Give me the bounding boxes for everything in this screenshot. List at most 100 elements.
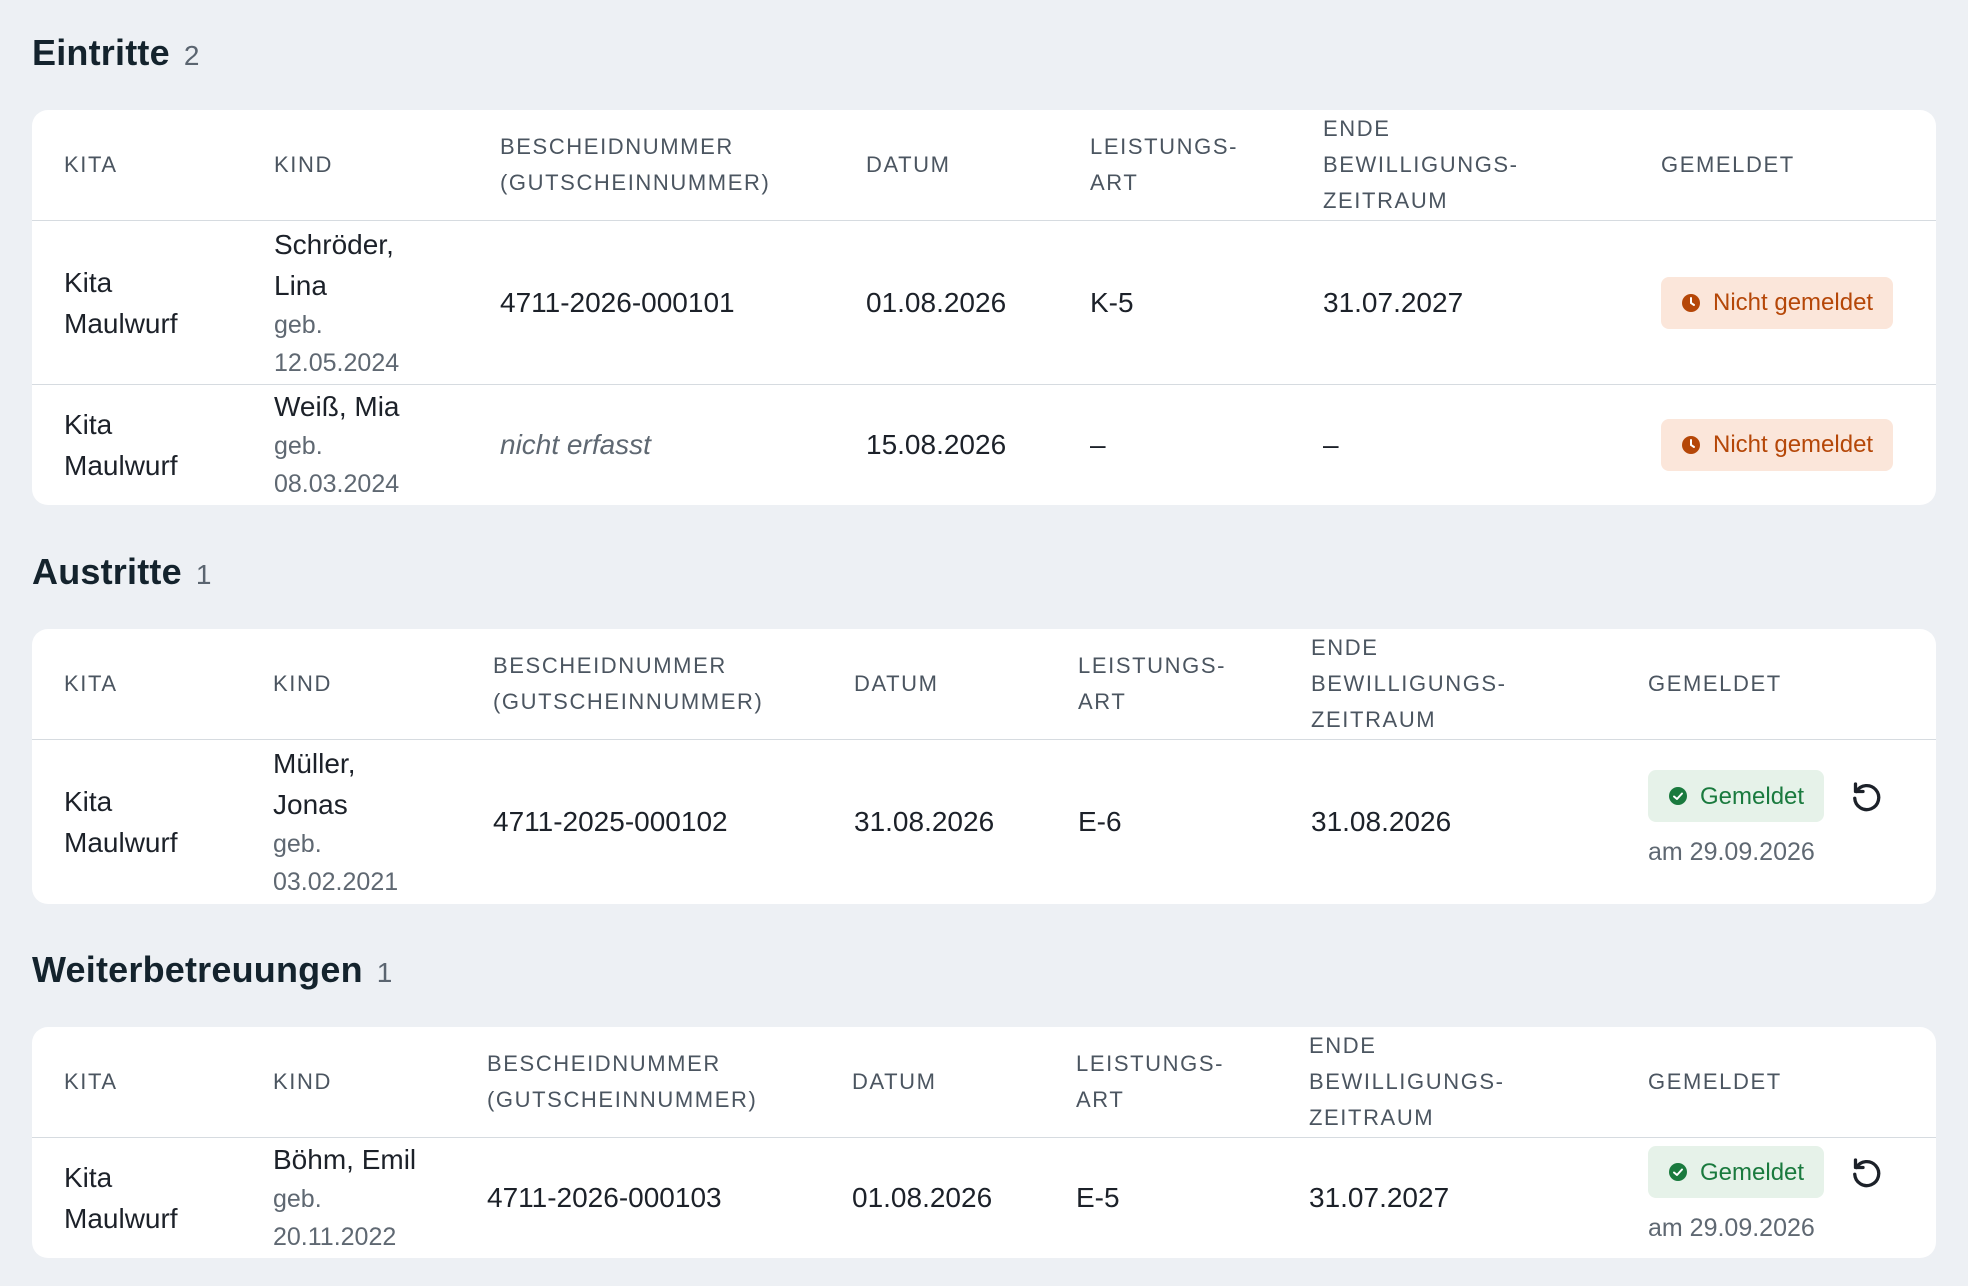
table-header-row: KITA KIND BESCHEIDNUMMER (GUTSCHEINNUMMER… [32,1027,1936,1138]
weiterbetreuungen-table-card: KITA KIND BESCHEIDNUMMER (GUTSCHEINNUMMER… [32,1027,1936,1258]
col-datum: DATUM [820,1027,1044,1138]
undo-icon[interactable] [1848,778,1884,814]
undo-icon[interactable] [1848,1154,1884,1190]
status-label: Gemeldet [1700,1158,1805,1186]
table-header-row: KITA KIND BESCHEIDNUMMER (GUTSCHEINNUMMER… [32,110,1936,221]
cell-leistungsart: K-5 [1058,220,1291,385]
cell-kind: Schröder, Lina geb. 12.05.2024 [242,220,468,385]
cell-kind: Böhm, Emil geb. 20.11.2022 [241,1138,455,1258]
col-kind: KIND [241,1027,455,1138]
child-name: Müller, [273,747,356,779]
cell-datum: 01.08.2026 [834,220,1058,385]
section-austritte: Austritte 1 KITA KIND BESCHEIDNUMMER (GUT… [32,551,1936,904]
cell-bescheid: 4711-2025-000102 [493,806,728,838]
section-count: 1 [376,957,393,988]
cell-kita: Kita Maulwurf [64,408,178,481]
check-circle-icon [1669,1163,1687,1182]
status-label: Gemeldet [1700,782,1805,810]
austritte-table-card: KITA KIND BESCHEIDNUMMER (GUTSCHEINNUMMER… [32,629,1936,904]
weiterbetreuungen-table: KITA KIND BESCHEIDNUMMER (GUTSCHEINNUMMER… [32,1027,1936,1258]
cell-ende: 31.07.2027 [1309,1182,1450,1214]
table-row[interactable]: Kita Maulwurf Schröder, Lina geb. 12.05.20… [32,220,1936,385]
check-circle-icon [1669,787,1687,806]
child-birthdate: geb. 20.11.2022 [273,1185,397,1252]
child-name: Jonas [273,788,348,820]
status-badge: Gemeldet [1648,1146,1825,1199]
cell-kind: Müller, Jonas geb. 03.02.2021 [241,740,461,904]
cell-datum: 31.08.2026 [854,806,995,838]
section-eintritte: Eintritte 2 KITA KIND BESCHEIDNUMMER (GUT… [32,32,1936,505]
cell-bescheid: 4711-2026-000103 [487,1182,722,1214]
reported-date: am 29.09.2026 [1648,1214,1815,1243]
cell-datum: 01.08.2026 [852,1182,993,1214]
col-ende: ENDE BEWILLIGUNGS- ZEITRAUM [1279,629,1616,740]
child-name: Schröder, [274,228,394,260]
col-datum: DATUM [822,629,1046,740]
col-gemeldet: GEMELDET [1616,629,1936,740]
table-row[interactable]: Kita Maulwurf Weiß, Mia geb. 08.03.2024 ni… [32,385,1936,505]
cell-kind: Weiß, Mia geb. 08.03.2024 [242,385,468,505]
table-row[interactable]: Kita Maulwurf Müller, Jonas geb. 03.02.202… [32,740,1936,904]
cell-kita: Kita Maulwurf [64,1161,178,1234]
col-leistungsart: LEISTUNGS- ART [1044,1027,1277,1138]
eintritte-table: KITA KIND BESCHEIDNUMMER (GUTSCHEINNUMMER… [32,110,1936,505]
cell-ende: 31.07.2027 [1291,220,1629,385]
col-kind: KIND [242,110,468,221]
col-bescheid: BESCHEIDNUMMER (GUTSCHEINNUMMER) [455,1027,820,1138]
reported-date: am 29.09.2026 [1648,838,1815,867]
col-kita: KITA [32,1027,241,1138]
cell-bescheid: nicht erfasst [500,429,651,461]
status-badge: Nicht gemeldet [1661,276,1894,329]
col-datum: DATUM [834,110,1058,221]
table-row[interactable]: Kita Maulwurf Böhm, Emil geb. 20.11.2022 4… [32,1138,1936,1258]
cell-gemeldet: Gemeldet am 29.09.2026 [1616,740,1936,904]
col-leistungsart: LEISTUNGS- ART [1046,629,1279,740]
child-name: Böhm, Emil [273,1144,417,1176]
eintritte-table-card: KITA KIND BESCHEIDNUMMER (GUTSCHEINNUMMER… [32,110,1936,505]
col-leistungsart: LEISTUNGS- ART [1058,110,1291,221]
status-badge: Nicht gemeldet [1661,418,1894,471]
cell-leistungsart: E-5 [1076,1182,1120,1214]
section-heading: Austritte [32,551,182,592]
col-gemeldet: GEMELDET [1616,1027,1936,1138]
child-birthdate: geb. 08.03.2024 [274,432,400,499]
col-kind: KIND [241,629,461,740]
section-title: Austritte 1 [32,551,1936,611]
cell-gemeldet: Gemeldet am 29.09.2026 [1616,1138,1936,1258]
section-weiterbetreuungen: Weiterbetreuungen 1 KITA KIND BESCHEIDNU… [32,949,1936,1258]
status-badge: Gemeldet [1648,770,1825,823]
col-ende: ENDE BEWILLIGUNGS- ZEITRAUM [1277,1027,1616,1138]
austritte-table: KITA KIND BESCHEIDNUMMER (GUTSCHEINNUMMER… [32,629,1936,904]
cell-leistungsart: – [1090,429,1106,461]
child-name: Weiß, Mia [274,391,400,423]
clock-icon [1682,435,1700,454]
status-label: Nicht gemeldet [1713,431,1874,459]
col-ende: ENDE BEWILLIGUNGS- ZEITRAUM [1291,110,1629,221]
col-bescheid: BESCHEIDNUMMER (GUTSCHEINNUMMER) [468,110,834,221]
child-name: Lina [274,269,327,301]
cell-leistungsart: E-6 [1078,806,1122,838]
col-kita: KITA [32,110,242,221]
status-label: Nicht gemeldet [1713,289,1874,316]
cell-ende: 31.08.2026 [1311,806,1452,838]
section-count: 1 [195,559,212,590]
cell-bescheid: 4711-2026-000101 [468,220,834,385]
section-title: Weiterbetreuungen 1 [32,949,1936,1009]
cell-datum: 15.08.2026 [866,429,1007,461]
col-kita: KITA [32,629,241,740]
table-header-row: KITA KIND BESCHEIDNUMMER (GUTSCHEINNUMMER… [32,629,1936,740]
cell-kita: Kita Maulwurf [64,785,178,858]
section-heading: Weiterbetreuungen [32,949,363,990]
child-birthdate: geb. 12.05.2024 [274,310,400,377]
cell-ende: – [1323,429,1339,461]
cell-gemeldet: Nicht gemeldet [1629,385,1936,505]
clock-icon [1682,293,1700,312]
section-title: Eintritte 2 [32,32,1936,92]
section-heading: Eintritte [32,32,170,73]
cell-gemeldet: Nicht gemeldet [1629,220,1936,385]
col-gemeldet: GEMELDET [1629,110,1936,221]
child-birthdate: geb. 03.02.2021 [273,829,399,896]
cell-kita: Kita Maulwurf [32,220,242,385]
section-count: 2 [183,40,200,71]
col-bescheid: BESCHEIDNUMMER (GUTSCHEINNUMMER) [461,629,822,740]
